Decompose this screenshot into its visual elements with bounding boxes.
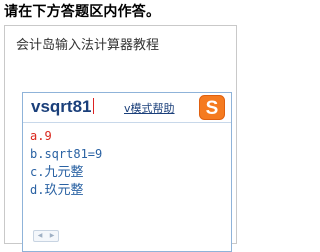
- instruction-text: 请在下方答题区内作答。: [4, 4, 161, 20]
- candidate-text: 玖元整: [44, 183, 84, 198]
- candidate-key: b.: [30, 147, 45, 161]
- candidate-list: a.9 b.sqrt81=9 c.九元整 d.玖元整: [30, 127, 102, 199]
- v-mode-help-link[interactable]: v模式帮助: [124, 100, 175, 116]
- candidate-item[interactable]: a.9: [30, 127, 102, 145]
- text-caret: [93, 98, 95, 114]
- candidate-item[interactable]: d.玖元整: [30, 181, 102, 199]
- answer-text: 会计岛输入法计算器教程: [16, 38, 160, 53]
- svg-text:S: S: [206, 98, 219, 119]
- candidate-key: c.: [30, 165, 45, 179]
- page-next-icon[interactable]: ▶: [50, 233, 55, 239]
- candidate-key: d.: [30, 183, 45, 197]
- ime-composition: vsqrt81: [31, 97, 95, 117]
- candidate-text: sqrt81=9: [44, 147, 103, 161]
- candidate-key: a.: [30, 129, 45, 143]
- sogou-logo-icon[interactable]: S: [199, 95, 225, 120]
- candidate-item[interactable]: c.九元整: [30, 163, 102, 181]
- candidate-text: 九元整: [44, 165, 84, 180]
- candidate-item[interactable]: b.sqrt81=9: [30, 145, 102, 163]
- page-prev-icon[interactable]: ◀: [38, 233, 43, 239]
- ime-header: vsqrt81 v模式帮助 S: [23, 93, 231, 123]
- candidate-pager: ◀ ▶: [33, 230, 59, 242]
- candidate-text: 9: [44, 129, 52, 143]
- composition-text: vsqrt81: [31, 97, 92, 116]
- ime-candidate-window: vsqrt81 v模式帮助 S a.9 b.sqrt81=9 c.九元整 d.玖…: [22, 92, 232, 252]
- answer-area[interactable]: 会计岛输入法计算器教程 vsqrt81 v模式帮助 S a.9 b.sqrt81…: [4, 25, 237, 252]
